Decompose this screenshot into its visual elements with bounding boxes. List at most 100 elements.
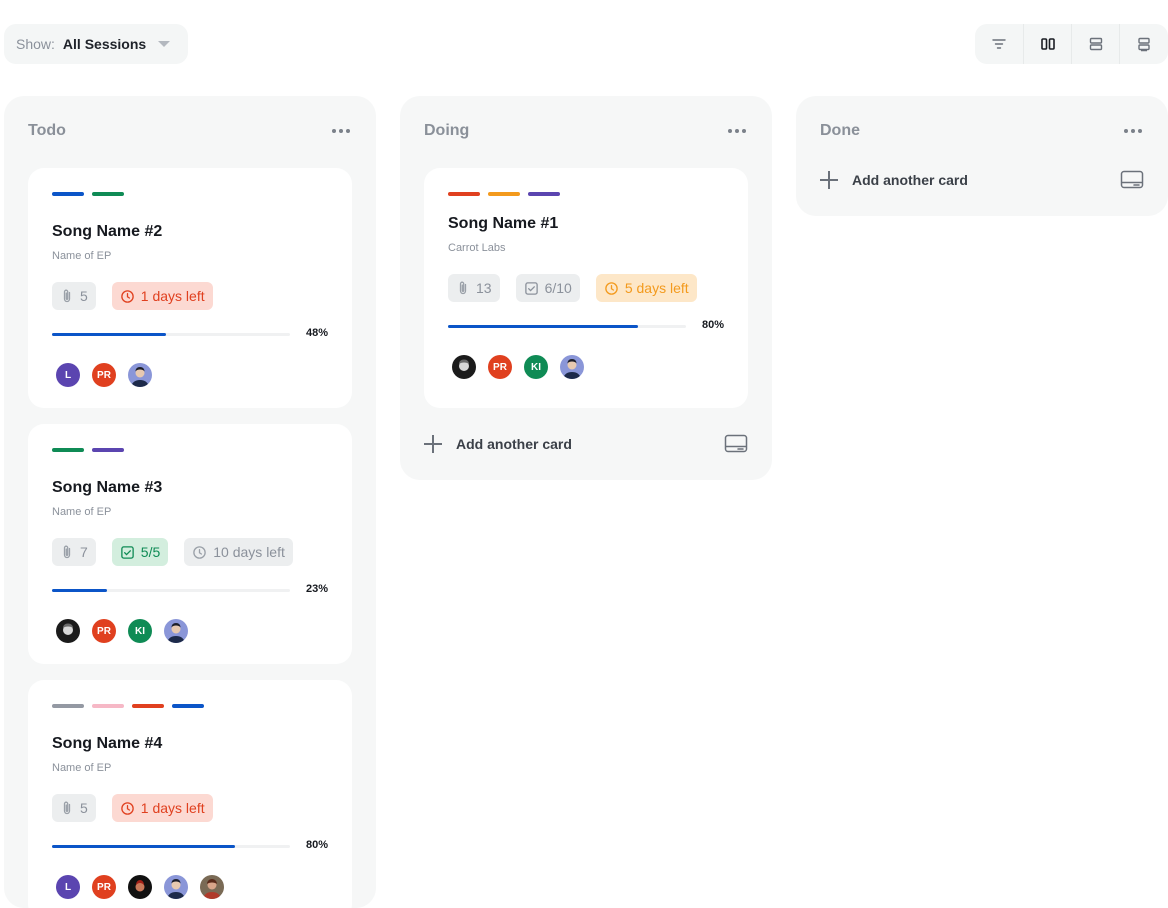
avatar[interactable]: L: [56, 363, 80, 387]
avatar-photo[interactable]: [164, 619, 188, 643]
due-badge: 1 days left: [111, 282, 213, 310]
template-icon[interactable]: [1120, 170, 1144, 190]
view-toggle-group: [975, 24, 1168, 64]
card-song-3[interactable]: Song Name #3 Name of EP 7 5/5 10 days le…: [28, 424, 352, 664]
tag-green: [92, 192, 124, 196]
tag-gray: [52, 704, 84, 708]
card-subtitle: Name of EP: [52, 250, 112, 262]
due-text: 1 days left: [140, 288, 205, 304]
checkbox-icon: [524, 281, 538, 295]
more-icon[interactable]: [728, 129, 746, 133]
template-icon[interactable]: [724, 434, 748, 454]
due-text: 10 days left: [213, 544, 285, 560]
tag-green: [52, 448, 84, 452]
avatar-photo[interactable]: [164, 875, 188, 899]
checklist-count: 6/10: [544, 280, 572, 296]
checkbox-icon: [121, 545, 134, 559]
card-subtitle: Name of EP: [52, 506, 112, 518]
attachments-count: 5: [80, 800, 88, 816]
avatar[interactable]: KI: [128, 619, 152, 643]
attachments-badge: 5: [52, 794, 96, 822]
column-title: Doing: [424, 122, 470, 139]
progress-bar: [52, 589, 290, 592]
more-icon[interactable]: [1124, 129, 1142, 133]
show-value: All Sessions: [62, 36, 147, 52]
paperclip-icon: [459, 281, 467, 295]
progress-fill: [52, 845, 236, 848]
column-todo: Todo Song Name #2 Name of EP 5 1 days le…: [4, 96, 376, 908]
card-subtitle: Name of EP: [52, 762, 112, 774]
paperclip-icon: [63, 289, 71, 303]
add-card-label: Add another card: [852, 172, 968, 188]
attachments-count: 5: [80, 288, 88, 304]
card-subtitle: Carrot Labs: [448, 242, 506, 254]
card-members: PR KI: [56, 619, 188, 643]
due-text: 1 days left: [140, 800, 205, 816]
card-members: L PR: [56, 363, 152, 387]
clock-icon: [605, 281, 618, 295]
board-view-icon: [1040, 38, 1055, 50]
attachments-badge: 5: [52, 282, 96, 310]
progress-fill: [52, 589, 107, 592]
column-title: Todo: [28, 122, 66, 139]
paperclip-icon: [63, 545, 71, 559]
attachments-badge: 7: [52, 538, 96, 566]
tag-purple: [528, 192, 560, 196]
tag-red: [132, 704, 164, 708]
show-filter-select[interactable]: Show: All Sessions: [4, 24, 188, 64]
plus-icon: [820, 171, 838, 189]
card-title: Song Name #1: [448, 215, 559, 232]
progress-bar: [448, 325, 686, 328]
avatar[interactable]: PR: [488, 355, 512, 379]
attachments-count: 7: [80, 544, 88, 560]
chevron-down-icon: [158, 41, 170, 47]
avatar-photo[interactable]: [128, 363, 152, 387]
show-label: Show:: [16, 36, 55, 52]
add-card-button[interactable]: Add another card: [424, 432, 748, 456]
avatar-photo[interactable]: [56, 619, 80, 643]
avatar[interactable]: L: [56, 875, 80, 899]
tag-blue: [172, 704, 204, 708]
checklist-badge: 5/5: [111, 538, 169, 566]
card-song-1[interactable]: Song Name #1 Carrot Labs 13 6/10 5 days …: [424, 168, 748, 408]
progress-percent: 80%: [701, 319, 724, 331]
tag-pink: [92, 704, 124, 708]
avatar[interactable]: PR: [92, 619, 116, 643]
due-badge: 5 days left: [595, 274, 697, 302]
more-icon[interactable]: [332, 129, 350, 133]
add-card-button[interactable]: Add another card: [820, 168, 1144, 192]
card-song-2[interactable]: Song Name #2 Name of EP 5 1 days left 48…: [28, 168, 352, 408]
card-song-4[interactable]: Song Name #4 Name of EP 5 1 days left 80…: [28, 680, 352, 908]
checklist-count: 5/5: [140, 544, 161, 560]
progress-fill: [52, 333, 167, 336]
clock-icon: [121, 289, 134, 303]
attachments-count: 13: [476, 280, 492, 296]
tag-purple: [92, 448, 124, 452]
avatar-photo[interactable]: [560, 355, 584, 379]
tag-orange: [488, 192, 520, 196]
card-tags: [52, 704, 204, 708]
tag-red: [448, 192, 480, 196]
progress-bar: [52, 333, 290, 336]
attachments-badge: 13: [448, 274, 500, 302]
progress-percent: 23%: [305, 583, 328, 595]
avatar-photo[interactable]: [452, 355, 476, 379]
progress-percent: 48%: [305, 327, 328, 339]
avatar-photo[interactable]: [128, 875, 152, 899]
column-doing: Doing Song Name #1 Carrot Labs 13 6/10 5…: [400, 96, 772, 480]
list-view-button[interactable]: [1071, 24, 1119, 64]
avatar[interactable]: PR: [92, 875, 116, 899]
tag-blue: [52, 192, 84, 196]
board-view-button[interactable]: [1023, 24, 1071, 64]
avatar[interactable]: PR: [92, 363, 116, 387]
avatar-photo[interactable]: [200, 875, 224, 899]
card-tags: [52, 192, 124, 196]
progress-fill: [448, 325, 639, 328]
card-members: L PR: [56, 875, 224, 899]
progress-bar: [52, 845, 290, 848]
card-title: Song Name #2: [52, 223, 163, 240]
checklist-badge: 6/10: [515, 274, 580, 302]
compact-view-button[interactable]: [1119, 24, 1167, 64]
avatar[interactable]: KI: [524, 355, 548, 379]
filter-button[interactable]: [975, 24, 1023, 64]
